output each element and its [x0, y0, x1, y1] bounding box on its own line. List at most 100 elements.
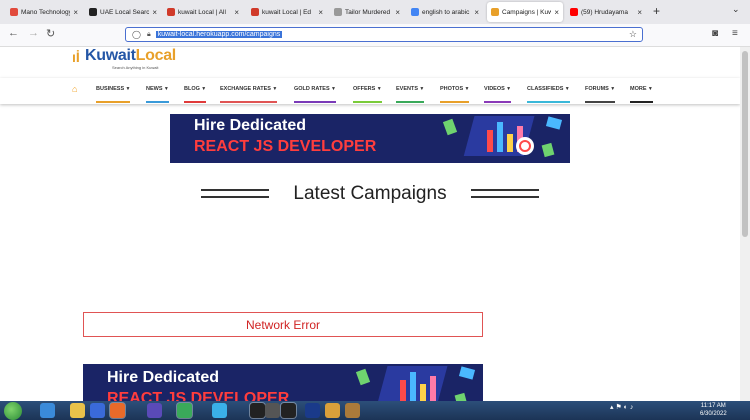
heading-decoration-right: [471, 189, 539, 198]
back-icon[interactable]: ←: [8, 27, 19, 39]
close-tab-icon[interactable]: ×: [73, 8, 78, 17]
menu-item-label: EVENTS: [396, 86, 419, 92]
menu-item[interactable]: CLASSIFIEDS ▼: [527, 86, 570, 103]
menu-item-underline: [353, 101, 382, 103]
browser-tab[interactable]: Mano Technology ×: [6, 2, 82, 22]
browser-tab[interactable]: english to arabic ×: [407, 2, 483, 22]
terminal-icon[interactable]: [281, 403, 296, 418]
menu-item[interactable]: BLOG ▼: [184, 86, 207, 103]
menu-item[interactable]: FORUMS ▼: [585, 86, 616, 103]
menu-item-underline: [527, 101, 570, 103]
webpage-content: ıİ KuwaitLocal Search Anything in Kuwait…: [0, 47, 740, 401]
clock-time: 11:17 AM: [700, 403, 726, 409]
browser-tab[interactable]: UAE Local Search ×: [85, 2, 161, 22]
close-tab-icon[interactable]: ×: [395, 8, 400, 17]
browser-tab[interactable]: Campaigns | Kuw ×: [487, 2, 563, 22]
menu-item[interactable]: OFFERS ▼: [353, 86, 382, 103]
scrollbar-thumb[interactable]: [742, 51, 748, 237]
clock-date: 6/30/2022: [700, 411, 727, 417]
chrome-icon[interactable]: [177, 403, 192, 418]
site-icon: [89, 8, 97, 16]
skype-icon[interactable]: [212, 403, 227, 418]
browser-tab[interactable]: kuwait Local | All ×: [163, 2, 243, 22]
system-clock[interactable]: 11:17 AM 6/30/2022: [700, 402, 727, 418]
navigation-toolbar: ← → ↻ ◯ 🔒︎ kuwait-local.herokuapp.com/ca…: [0, 24, 750, 47]
sublime-icon[interactable]: [265, 403, 280, 418]
home-icon[interactable]: ⌂: [72, 84, 77, 94]
section-heading: Latest Campaigns: [0, 183, 740, 205]
page-icon: [334, 8, 342, 16]
tab-title: UAE Local Search: [100, 8, 150, 16]
dropdown-caret-icon: ▼: [329, 86, 336, 92]
forward-icon[interactable]: →: [28, 27, 39, 39]
files-icon[interactable]: [325, 403, 340, 418]
youtube-icon: [570, 8, 578, 16]
reload-icon[interactable]: ↻: [46, 27, 55, 40]
close-tab-icon[interactable]: ×: [554, 8, 559, 17]
dropdown-caret-icon: ▼: [504, 86, 512, 92]
logo-tagline: Search Anything in Kuwait: [112, 65, 159, 70]
dropdown-caret-icon: ▼: [124, 86, 131, 92]
lock-icon[interactable]: 🔒︎: [147, 31, 151, 39]
main-menu: ⌂ BUSINESS ▼ NEWS ▼ BLOG ▼ EXCHANGE RATES ▼…: [0, 78, 740, 104]
menu-item-label: BLOG: [184, 86, 200, 92]
close-tab-icon[interactable]: ×: [474, 8, 479, 17]
banner-line-1: Hire Dedicated: [107, 369, 220, 386]
menu-item-underline: [146, 101, 169, 103]
ad-banner-top[interactable]: Hire Dedicated REACT JS DEVELOPER: [170, 114, 570, 163]
ie-icon[interactable]: [40, 403, 55, 418]
menu-item-underline: [184, 101, 207, 103]
tab-title: english to arabic: [422, 8, 470, 16]
menu-item[interactable]: NEWS ▼: [146, 86, 169, 103]
terminal-icon[interactable]: [250, 403, 265, 418]
menu-item-label: NEWS: [146, 86, 163, 92]
paint-icon[interactable]: [345, 403, 360, 418]
ad-banner-bottom[interactable]: Hire Dedicated REACT JS DEVELOPER: [83, 364, 483, 401]
list-tabs-icon[interactable]: ⌄: [732, 4, 740, 15]
page-scrollbar[interactable]: [740, 47, 750, 401]
pocket-icon[interactable]: ◙: [712, 28, 718, 39]
dropdown-caret-icon: ▼: [375, 86, 382, 92]
tracking-shield-icon[interactable]: ◯: [132, 30, 141, 39]
tab-title: (59) Hrudayama: [581, 8, 628, 16]
folder-icon[interactable]: [70, 403, 85, 418]
gmail-icon: [10, 8, 18, 16]
system-tray-icons[interactable]: ▴ ⚑ ◐ ♪: [610, 403, 633, 411]
menu-item-label: GOLD RATES: [294, 86, 330, 92]
menu-item[interactable]: PHOTOS ▼: [440, 86, 470, 103]
close-tab-icon[interactable]: ×: [152, 8, 157, 17]
new-tab-icon[interactable]: +: [653, 4, 660, 18]
menu-item-label: PHOTOS: [440, 86, 464, 92]
banner-illustration-icon: [355, 366, 476, 401]
browser-tab[interactable]: Tailor Murdered ×: [330, 2, 404, 22]
app-menu-icon[interactable]: ≡: [732, 28, 738, 39]
url-text[interactable]: kuwait-local.herokuapp.com/campaigns: [155, 31, 283, 38]
browser-tab[interactable]: (59) Hrudayama ×: [566, 2, 646, 22]
firefox-icon[interactable]: [110, 403, 125, 418]
dropdown-caret-icon: ▼: [646, 86, 653, 92]
dropdown-caret-icon: ▼: [563, 86, 570, 92]
photoshop-icon[interactable]: [305, 403, 320, 418]
menu-item-label: CLASSIFIEDS: [527, 86, 564, 92]
close-tab-icon[interactable]: ×: [637, 8, 642, 17]
menu-item[interactable]: EVENTS ▼: [396, 86, 425, 103]
bookmark-star-icon[interactable]: ☆: [629, 29, 637, 40]
media-player-icon[interactable]: [90, 403, 105, 418]
menu-item-underline: [630, 101, 653, 103]
gmail-icon: [251, 8, 259, 16]
menu-item[interactable]: BUSINESS ▼: [96, 86, 131, 103]
menu-item[interactable]: GOLD RATES ▼: [294, 86, 336, 103]
dropdown-caret-icon: ▼: [162, 86, 169, 92]
menu-item[interactable]: MORE ▼: [630, 86, 653, 103]
address-bar[interactable]: ◯ 🔒︎ kuwait-local.herokuapp.com/campaign…: [125, 27, 643, 42]
logo-text: KuwaitLocal: [85, 47, 176, 65]
close-tab-icon[interactable]: ×: [318, 8, 323, 17]
menu-item-label: EXCHANGE RATES: [220, 86, 271, 92]
menu-item[interactable]: VIDEOS ▼: [484, 86, 512, 103]
firefox-dev-icon[interactable]: [147, 403, 162, 418]
start-button-icon[interactable]: [4, 402, 22, 420]
close-tab-icon[interactable]: ×: [234, 8, 239, 17]
menu-item[interactable]: EXCHANGE RATES ▼: [220, 86, 278, 103]
banner-illustration-icon: [442, 116, 563, 158]
browser-tab[interactable]: kuwait Local | Ed ×: [247, 2, 327, 22]
